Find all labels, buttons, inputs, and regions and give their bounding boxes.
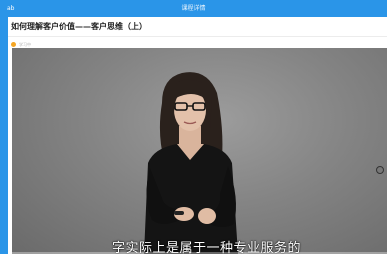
course-panel: 如何理解客户价值——客户思维（上） 学习中 字实际上是属于一种专业服务的 bbox=[8, 17, 387, 254]
status-dot-icon bbox=[11, 42, 16, 47]
window-titlebar: ab 课程详情 bbox=[0, 0, 387, 17]
window-title: 课程详情 bbox=[181, 5, 206, 12]
course-title: 如何理解客户价值——客户思维（上） bbox=[11, 22, 147, 31]
video-player[interactable]: 字实际上是属于一种专业服务的 bbox=[12, 48, 387, 254]
course-meta-text: 学习中 bbox=[19, 42, 31, 47]
presenter-video-frame bbox=[144, 72, 238, 254]
divider bbox=[8, 36, 387, 37]
video-side-handle-icon[interactable] bbox=[376, 166, 384, 174]
